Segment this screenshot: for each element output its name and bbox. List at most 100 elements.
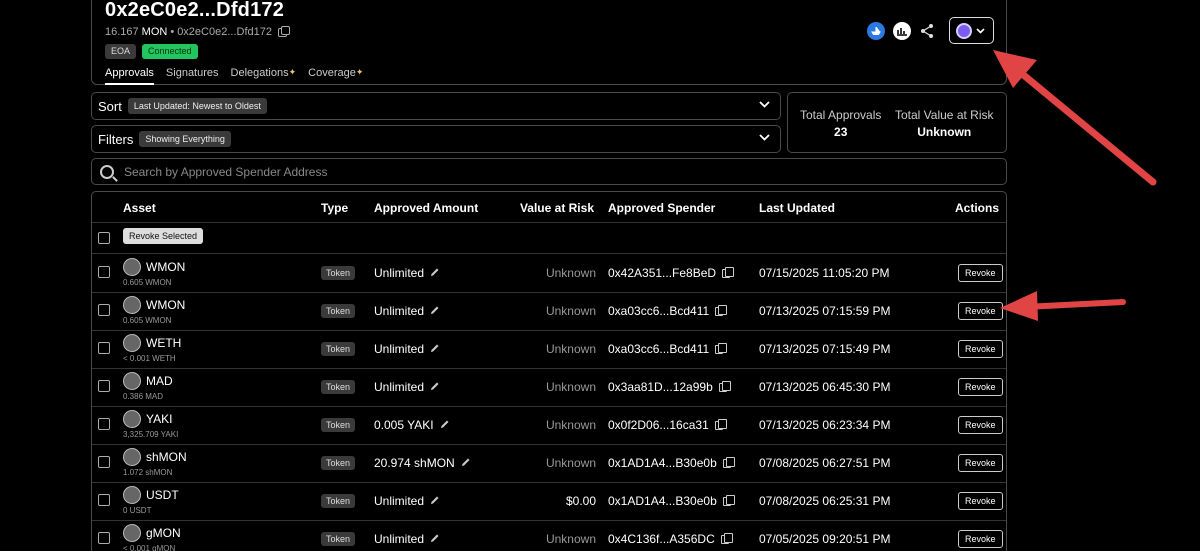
tab-delegations[interactable]: Delegations✦ — [231, 67, 297, 83]
pencil-icon[interactable] — [430, 381, 440, 394]
copy-icon[interactable] — [715, 342, 728, 354]
chevron-down-icon — [976, 26, 985, 36]
token-avatar — [123, 410, 141, 428]
share-icon[interactable] — [919, 23, 935, 39]
col-header-amount[interactable]: Approved Amount — [374, 201, 478, 215]
revoke-button[interactable]: Revoke — [958, 530, 1003, 548]
copy-icon[interactable] — [718, 380, 731, 392]
pencil-icon[interactable] — [461, 457, 471, 470]
type-badge: Token — [321, 380, 356, 394]
filters-label: Filters — [98, 131, 134, 147]
copy-icon[interactable] — [722, 456, 735, 468]
sort-dropdown[interactable]: Sort Last Updated: Newest to Oldest — [91, 92, 781, 120]
value-at-risk: Unknown — [545, 342, 596, 356]
copy-icon[interactable] — [722, 266, 735, 278]
type-badge: Token — [321, 456, 356, 470]
select-all-checkbox[interactable] — [98, 232, 110, 244]
pencil-icon[interactable] — [430, 533, 440, 546]
last-updated: 07/05/2025 09:20:51 PM — [759, 532, 891, 546]
spender-address[interactable]: 0x1AD1A4...B30e0b — [608, 494, 717, 508]
col-header-risk[interactable]: Value at Risk — [520, 201, 594, 215]
filters-dropdown[interactable]: Filters Showing Everything — [91, 125, 781, 153]
col-header-asset[interactable]: Asset — [123, 201, 156, 215]
approved-spender: 0x42A351...Fe8BeD — [608, 266, 735, 280]
token-avatar — [123, 486, 141, 504]
approvals-table: Asset Type Approved Amount Value at Risk… — [91, 191, 1007, 551]
approved-spender: 0xa03cc6...Bcd411 — [608, 304, 728, 318]
wallet-badges: EOA Connected — [105, 44, 198, 59]
spender-address[interactable]: 0x0f2D06...16ca31 — [608, 418, 709, 432]
row-checkbox[interactable] — [98, 266, 110, 278]
copy-address-icon[interactable] — [277, 25, 290, 37]
eoa-badge: EOA — [105, 44, 137, 59]
asset-balance: 3,325.709 YAKI — [123, 430, 179, 439]
chart-icon[interactable] — [893, 22, 911, 40]
pencil-icon[interactable] — [430, 343, 440, 356]
approved-amount: 20.974 shMON — [374, 456, 471, 470]
revoke-button[interactable]: Revoke — [958, 416, 1003, 434]
revoke-button[interactable]: Revoke — [958, 492, 1003, 510]
asset-balance: 1.072 shMON — [123, 468, 173, 477]
spender-address[interactable]: 0x1AD1A4...B30e0b — [608, 456, 717, 470]
tab-approvals[interactable]: Approvals — [105, 67, 154, 85]
approved-amount: Unlimited — [374, 304, 440, 318]
header-tabs: Approvals Signatures Delegations✦ Covera… — [105, 67, 363, 85]
approved-amount: 0.005 YAKI — [374, 418, 450, 432]
spender-address[interactable]: 0x3aa81D...12a99b — [608, 380, 713, 394]
col-header-spender[interactable]: Approved Spender — [608, 201, 715, 215]
pencil-icon[interactable] — [430, 305, 440, 318]
last-updated: 07/08/2025 06:27:51 PM — [759, 456, 891, 470]
revoke-button[interactable]: Revoke — [958, 302, 1003, 320]
revoke-button[interactable]: Revoke — [958, 454, 1003, 472]
type-badge: Token — [321, 304, 356, 318]
approved-amount: Unlimited — [374, 532, 440, 546]
revoke-button[interactable]: Revoke — [958, 378, 1003, 396]
row-checkbox[interactable] — [98, 456, 110, 468]
search-icon — [100, 164, 114, 179]
asset-balance: 0 USDT — [123, 506, 152, 515]
pencil-icon[interactable] — [440, 419, 450, 432]
ship-icon[interactable] — [867, 22, 885, 40]
type-badge: Token — [321, 532, 356, 546]
tab-coverage[interactable]: Coverage✦ — [308, 67, 363, 83]
copy-icon[interactable] — [722, 494, 735, 506]
type-badge: Token — [321, 418, 356, 432]
spender-address[interactable]: 0xa03cc6...Bcd411 — [608, 342, 709, 356]
spender-address[interactable]: 0xa03cc6...Bcd411 — [608, 304, 709, 318]
pencil-icon[interactable] — [430, 267, 440, 280]
row-checkbox[interactable] — [98, 418, 110, 430]
approved-amount-value: 20.974 shMON — [374, 456, 455, 470]
revoke-selected-button[interactable]: Revoke Selected — [123, 228, 204, 244]
asset-balance: 0.386 MAD — [123, 392, 164, 401]
row-checkbox[interactable] — [98, 342, 110, 354]
type-badge: Token — [321, 342, 356, 356]
spender-address[interactable]: 0x4C136f...A356DC — [608, 532, 715, 546]
last-updated: 07/13/2025 07:15:59 PM — [759, 304, 891, 318]
chain-selector[interactable] — [949, 17, 994, 44]
copy-icon[interactable] — [715, 304, 728, 316]
totals-panel: Total Approvals 23 Total Value at Risk U… — [787, 92, 1007, 153]
approved-spender: 0x3aa81D...12a99b — [608, 380, 731, 394]
copy-icon[interactable] — [714, 418, 727, 430]
row-checkbox[interactable] — [98, 380, 110, 392]
wallet-balance-unit: MON — [141, 26, 168, 38]
row-checkbox[interactable] — [98, 532, 110, 544]
copy-icon[interactable] — [720, 532, 733, 544]
row-checkbox[interactable] — [98, 494, 110, 506]
col-header-updated[interactable]: Last Updated — [759, 201, 835, 215]
col-header-type[interactable]: Type — [321, 201, 348, 215]
approved-amount-value: Unlimited — [374, 494, 425, 508]
approved-spender: 0x4C136f...A356DC — [608, 532, 733, 546]
revoke-button[interactable]: Revoke — [958, 340, 1003, 358]
table-row: YAKI 3,325.709 YAKI Token 0.005 YAKI Unknown… — [92, 406, 1006, 444]
approved-spender: 0x1AD1A4...B30e0b — [608, 494, 735, 508]
search-input[interactable]: Search by Approved Spender Address — [91, 158, 1007, 185]
spender-address[interactable]: 0x42A351...Fe8BeD — [608, 266, 716, 280]
value-at-risk: Unknown — [545, 418, 596, 432]
row-checkbox[interactable] — [98, 304, 110, 316]
pencil-icon[interactable] — [430, 495, 440, 508]
approved-amount-value: Unlimited — [374, 532, 425, 546]
tab-signatures[interactable]: Signatures — [166, 67, 219, 83]
revoke-button[interactable]: Revoke — [958, 264, 1003, 282]
approved-spender: 0xa03cc6...Bcd411 — [608, 342, 728, 356]
